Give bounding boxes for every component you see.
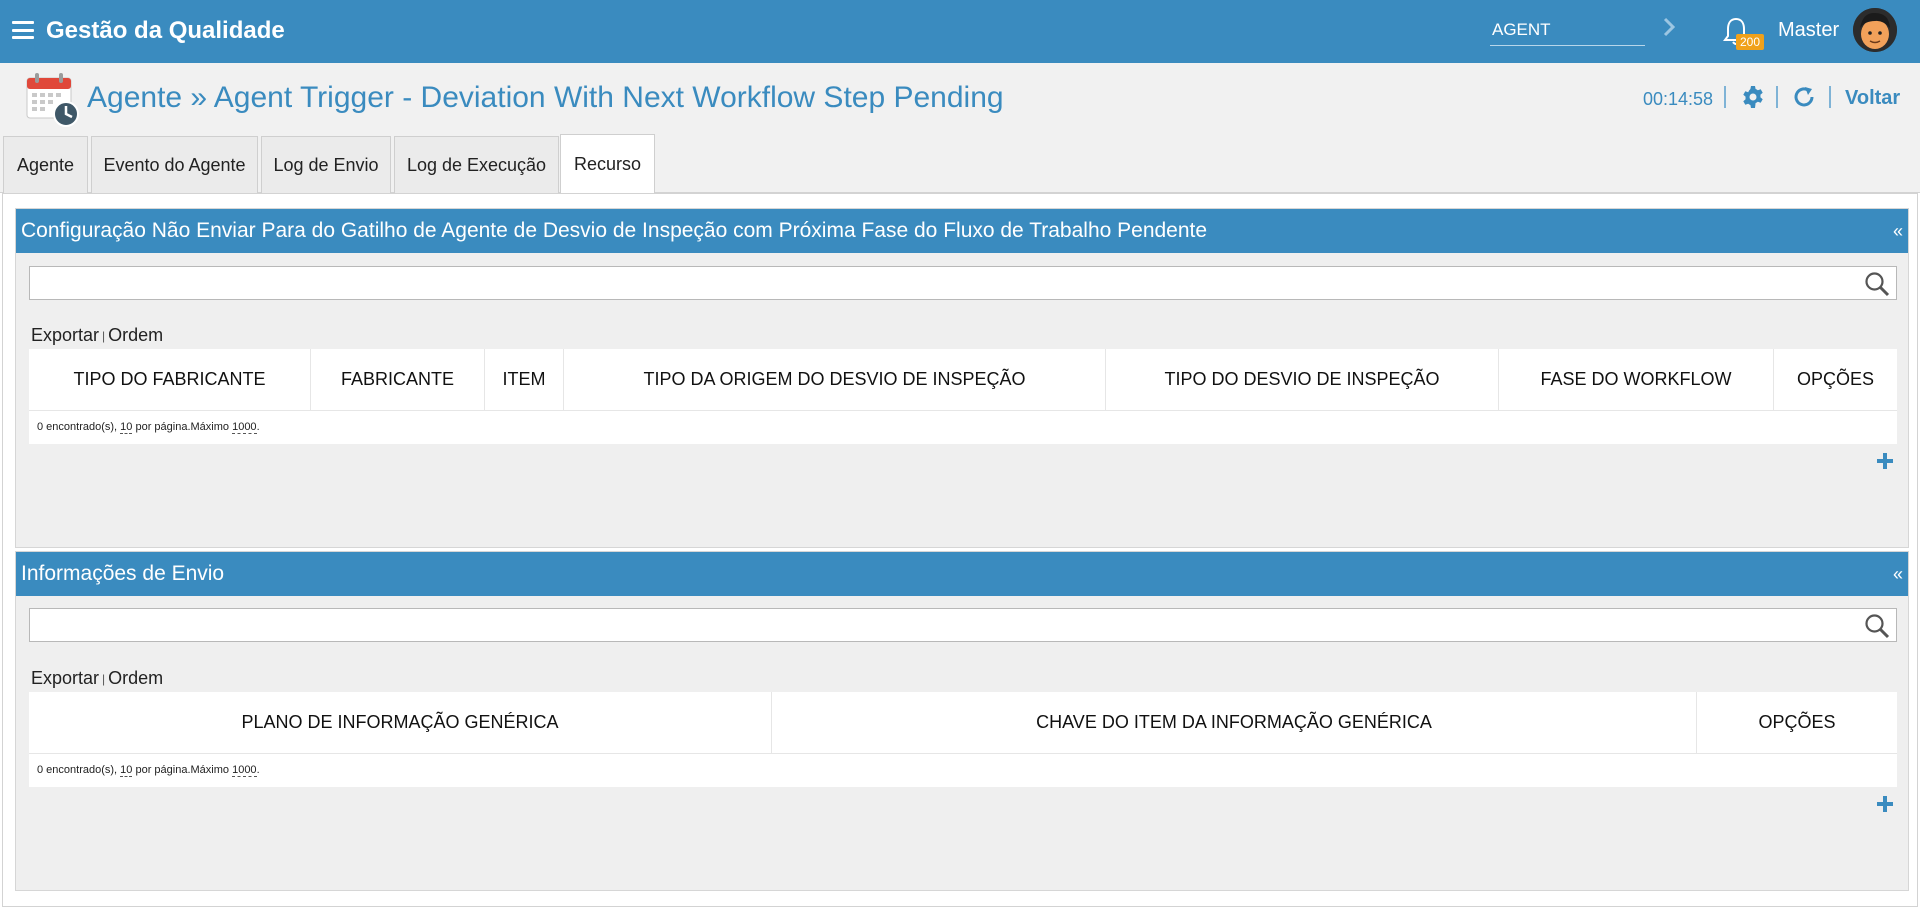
avatar-image [1853,8,1897,52]
column-header: OPÇÕES [1758,712,1836,732]
menu-icon[interactable] [12,21,34,39]
grid-header: TIPO DO FABRICANTE FABRICANTE ITEM TIPO … [29,349,1897,411]
column-header[interactable]: TIPO DO DESVIO DE INSPEÇÃO [1106,349,1499,410]
panel-header: Configuração Não Enviar Para do Gatilho … [16,209,1908,253]
column-header[interactable]: CHAVE DO ITEM DA INFORMAÇÃO GENÉRICA [772,692,1697,753]
search-icon[interactable] [1864,271,1890,297]
search-input[interactable] [29,266,1897,300]
max-link[interactable]: 1000 [232,764,257,777]
export-link[interactable]: Exportar [31,325,99,345]
column-header[interactable]: FASE DO WORKFLOW [1499,349,1774,410]
page-size-link[interactable]: 10 [120,421,133,434]
separator [1776,86,1778,108]
collapse-icon[interactable]: « [1893,221,1903,242]
panel-header: Informações de Envio « [16,552,1908,596]
chevron-right-icon[interactable] [1660,16,1678,38]
order-link[interactable]: Ordem [108,668,163,688]
column-header[interactable]: TIPO DA ORIGEM DO DESVIO DE INSPEÇÃO [564,349,1106,410]
order-link[interactable]: Ordem [108,325,163,345]
tab-recurso[interactable]: Recurso [560,134,655,193]
grid-toolbar: Exportar | Ordem [31,325,164,345]
page-title: Agente » Agent Trigger - Deviation With … [87,81,1004,114]
grid-toolbar: Exportar | Ordem [31,668,164,688]
panel-title: Informações de Envio [21,562,225,585]
grid-footer: 0 encontrado(s), 10 por página.Máximo 10… [37,764,260,777]
tab-agente[interactable]: Agente [3,136,88,193]
column-header[interactable]: PLANO DE INFORMAÇÃO GENÉRICA [29,692,772,753]
notification-badge: 200 [1736,34,1765,50]
calendar-clock-icon [26,73,79,127]
gear-icon[interactable] [1741,85,1765,109]
grid-footer: 0 encontrado(s), 10 por página.Máximo 10… [37,421,260,434]
page-size-link[interactable]: 10 [120,764,133,777]
separator [1829,86,1831,108]
export-link[interactable]: Exportar [31,668,99,688]
add-icon[interactable] [1875,794,1895,814]
config-panel: Configuração Não Enviar Para do Gatilho … [15,208,1909,548]
avatar[interactable] [1853,8,1897,52]
top-bar: Gestão da Qualidade 200 Master [0,0,1920,63]
column-header[interactable]: TIPO DO FABRICANTE [29,349,311,410]
grid-header: PLANO DE INFORMAÇÃO GENÉRICA CHAVE DO IT… [29,692,1897,754]
user-name[interactable]: Master [1778,19,1839,42]
app-title[interactable]: Gestão da Qualidade [46,17,285,45]
module-search-input[interactable] [1490,14,1645,46]
collapse-icon[interactable]: « [1893,564,1903,585]
back-link[interactable]: Voltar [1845,87,1900,110]
panel-title: Configuração Não Enviar Para do Gatilho … [21,219,1208,242]
tab-log-de-envio[interactable]: Log de Envio [261,136,391,193]
column-header[interactable]: ITEM [485,349,564,410]
separator [1724,86,1726,108]
tab-evento-do-agente[interactable]: Evento do Agente [91,136,258,193]
envio-panel: Informações de Envio « Exportar | Ordem PL… [15,551,1909,891]
max-link[interactable]: 1000 [232,421,257,434]
search-input[interactable] [29,608,1897,642]
tab-log-de-execucao[interactable]: Log de Execução [394,136,559,193]
column-header: OPÇÕES [1796,369,1875,389]
session-timer: 00:14:58 [1643,89,1714,109]
column-header[interactable]: FABRICANTE [311,349,485,410]
data-grid: PLANO DE INFORMAÇÃO GENÉRICA CHAVE DO IT… [29,692,1897,787]
add-icon[interactable] [1875,451,1895,471]
search-icon[interactable] [1864,613,1890,639]
data-grid: TIPO DO FABRICANTE FABRICANTE ITEM TIPO … [29,349,1897,444]
refresh-icon[interactable] [1792,85,1816,109]
